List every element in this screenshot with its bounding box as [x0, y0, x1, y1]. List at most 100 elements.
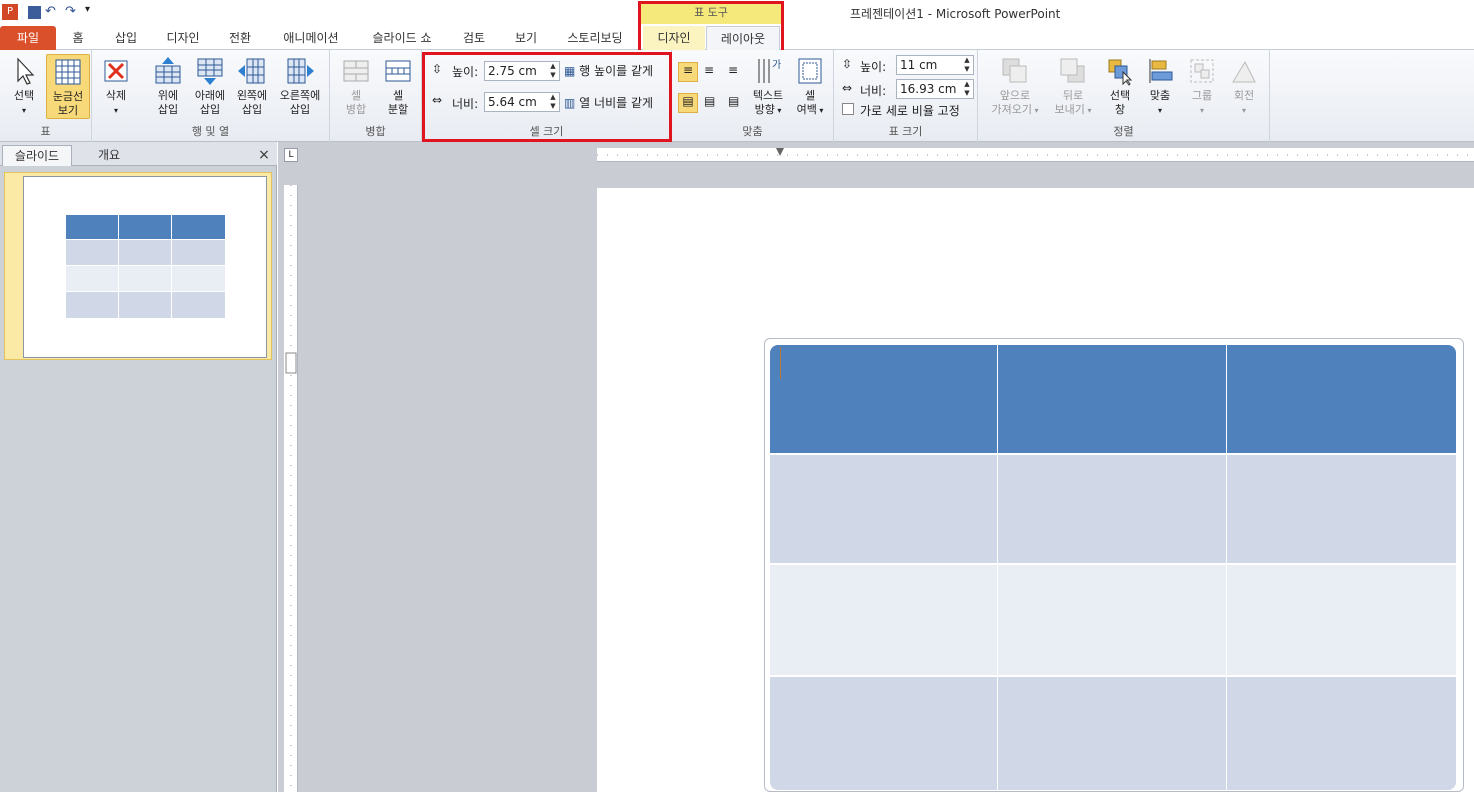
cell-width-spinner[interactable]: ▲ ▼ [548, 93, 558, 111]
tab-table-design[interactable]: 디자인 [643, 26, 705, 50]
save-icon[interactable] [28, 5, 41, 19]
insert-right-button[interactable]: 오른쪽에 삽입 [276, 54, 324, 117]
split-cells-icon [385, 60, 411, 82]
align-middle-icon[interactable]: ▤ [704, 94, 715, 108]
table-group-label: 표 [40, 125, 51, 138]
tab-home[interactable]: 홈 [60, 26, 96, 50]
merge-cells-icon [343, 60, 369, 82]
slides-panel: 슬라이드 개요 × 1 [0, 142, 277, 792]
selection-pane-button[interactable]: 선택 창 [1098, 54, 1142, 117]
send-backward-icon [1060, 58, 1085, 83]
table-height-field[interactable]: 11 cm ▲ ▼ [896, 55, 974, 75]
send-backward-button[interactable]: 뒤로 보내기 ▾ [1048, 54, 1098, 118]
cell-size-group-label: 셀 크기 [529, 125, 564, 138]
lock-aspect-label: 가로 세로 비율 고정 [860, 104, 960, 118]
distribute-columns-icon: ▥ [564, 96, 576, 110]
insert-left-button[interactable]: 왼쪽에 삽입 [230, 54, 274, 117]
lock-aspect-checkbox[interactable] [842, 103, 854, 115]
group-objects-button[interactable]: 그룹 ▾ [1180, 54, 1224, 118]
tab-table-layout[interactable]: 레이아웃 [706, 26, 780, 50]
tab-animations[interactable]: 애니메이션 [272, 26, 350, 50]
insert-below-button[interactable]: 아래에 삽입 [188, 54, 232, 117]
arrange-group: 앞으로 가져오기 ▾ 뒤로 보내기 ▾ 선택 창 맞춤 ▾ 그룹 ▾ 회전 ▾ 정렬 [978, 50, 1270, 142]
distribute-columns-button[interactable]: ▥ 열 너비를 같게 [564, 94, 653, 111]
merge-cells-button[interactable]: 셀 병합 [334, 54, 378, 117]
tab-storyboarding[interactable]: 스토리보딩 [556, 26, 634, 50]
table-cell[interactable] [998, 455, 1227, 565]
vertical-ruler[interactable] [284, 185, 298, 792]
align-right-icon[interactable]: ≡ [728, 63, 738, 77]
rotate-button[interactable]: 회전 ▾ [1222, 54, 1266, 118]
table-cell[interactable] [770, 677, 998, 790]
close-panel-icon[interactable]: × [256, 145, 272, 166]
insert-column-left-icon [238, 58, 265, 84]
table-cell[interactable] [1227, 455, 1456, 565]
window-title: 프레젠테이션1 - Microsoft PowerPoint [850, 7, 1061, 21]
cell-height-field[interactable]: 2.75 cm ▲ ▼ [484, 61, 560, 81]
delete-button[interactable]: 삭제 ▾ [94, 54, 138, 118]
tab-transitions[interactable]: 전환 [218, 26, 262, 50]
align-objects-icon [1149, 59, 1173, 83]
cell-width-label: 너비: [452, 97, 479, 111]
powerpoint-logo-icon[interactable]: P [2, 4, 18, 20]
view-gridlines-button[interactable]: 눈금선 보기 [46, 54, 90, 119]
cell-height-label: 높이: [452, 65, 479, 79]
slide-table[interactable] [770, 345, 1456, 790]
vertical-ruler-ticks [285, 185, 297, 792]
redo-icon[interactable]: ↷ [65, 4, 81, 20]
select-button[interactable]: 선택 ▾ [2, 54, 46, 118]
align-center-icon[interactable]: ≡ [704, 63, 714, 77]
table-width-spinner[interactable]: ▲ ▼ [962, 80, 972, 98]
cursor-arrow-icon [17, 57, 35, 85]
text-direction-icon: 가 [758, 59, 781, 83]
table-cell[interactable] [998, 565, 1227, 677]
tab-design[interactable]: 디자인 [158, 26, 208, 50]
horizontal-ruler[interactable] [597, 148, 1474, 162]
merge-group-label: 병합 [365, 125, 386, 138]
table-width-field[interactable]: 16.93 cm ▲ ▼ [896, 79, 974, 99]
table-cell[interactable] [770, 345, 998, 455]
text-direction-button[interactable]: 가 텍스트 방향 ▾ [746, 54, 790, 118]
table-cell[interactable] [770, 565, 998, 677]
align-top-icon[interactable]: ▤ [678, 93, 698, 113]
table-height-spinner[interactable]: ▲ ▼ [962, 56, 972, 74]
align-left-icon[interactable]: ≡ [678, 62, 698, 82]
tab-outline[interactable]: 개요 [74, 145, 144, 166]
undo-icon[interactable]: ↶ [45, 4, 61, 20]
tab-file[interactable]: 파일 [0, 26, 56, 50]
align-objects-button[interactable]: 맞춤 ▾ [1138, 54, 1182, 118]
bring-forward-button[interactable]: 앞으로 가져오기 ▾ [984, 54, 1046, 118]
insert-above-button[interactable]: 위에 삽입 [146, 54, 190, 117]
rows-columns-group: 삭제 ▾ 위에 삽입 아래에 삽입 왼쪽에 삽입 오른쪽에 삽입 행 및 열 [92, 50, 330, 142]
tab-review[interactable]: 검토 [452, 26, 496, 50]
table-cell[interactable] [998, 677, 1227, 790]
row-height-icon: ⇳ [432, 62, 443, 76]
thumbnail-table [66, 215, 226, 319]
table-cell[interactable] [770, 455, 998, 565]
tab-view[interactable]: 보기 [504, 26, 548, 50]
tab-slides[interactable]: 슬라이드 [2, 145, 72, 166]
rows-columns-group-label: 행 및 열 [191, 125, 230, 138]
tab-slideshow[interactable]: 슬라이드 쇼 [360, 26, 444, 50]
group-objects-icon [1190, 59, 1214, 83]
distribute-rows-button[interactable]: ▦ 행 높이를 같게 [564, 62, 653, 79]
cell-margins-button[interactable]: 셀 여백 ▾ [788, 54, 832, 118]
cell-size-group: ⇳ 높이: 2.75 cm ▲ ▼ ⇔ 너비: 5.64 cm ▲ ▼ ▦ 행 높이… [422, 50, 672, 142]
cell-margins-icon [798, 58, 822, 84]
table-cell[interactable] [1227, 345, 1456, 455]
align-bottom-icon[interactable]: ▤ [728, 94, 739, 108]
table-cell[interactable] [1227, 565, 1456, 677]
split-cells-button[interactable]: 셀 분할 [376, 54, 420, 117]
table-cell[interactable] [1227, 677, 1456, 790]
table-width-label: 너비: [860, 84, 887, 98]
customize-qat-icon[interactable]: ▾ [85, 4, 101, 20]
insert-column-right-icon [287, 58, 314, 84]
ribbon: 선택 ▾ 눈금선 보기 표 삭제 ▾ 위에 삽입 아래에 삽입 왼쪽에 삽입 오른쪽에 삽입 … [0, 50, 1474, 142]
cell-width-field[interactable]: 5.64 cm ▲ ▼ [484, 92, 560, 112]
cell-height-spinner[interactable]: ▲ ▼ [548, 62, 558, 80]
tab-insert[interactable]: 삽입 [104, 26, 148, 50]
slide-thumbnail[interactable] [23, 176, 267, 358]
slide-thumbnail-selection[interactable] [4, 172, 272, 360]
table-cell[interactable] [998, 345, 1227, 455]
tab-selector[interactable]: L [284, 148, 298, 162]
